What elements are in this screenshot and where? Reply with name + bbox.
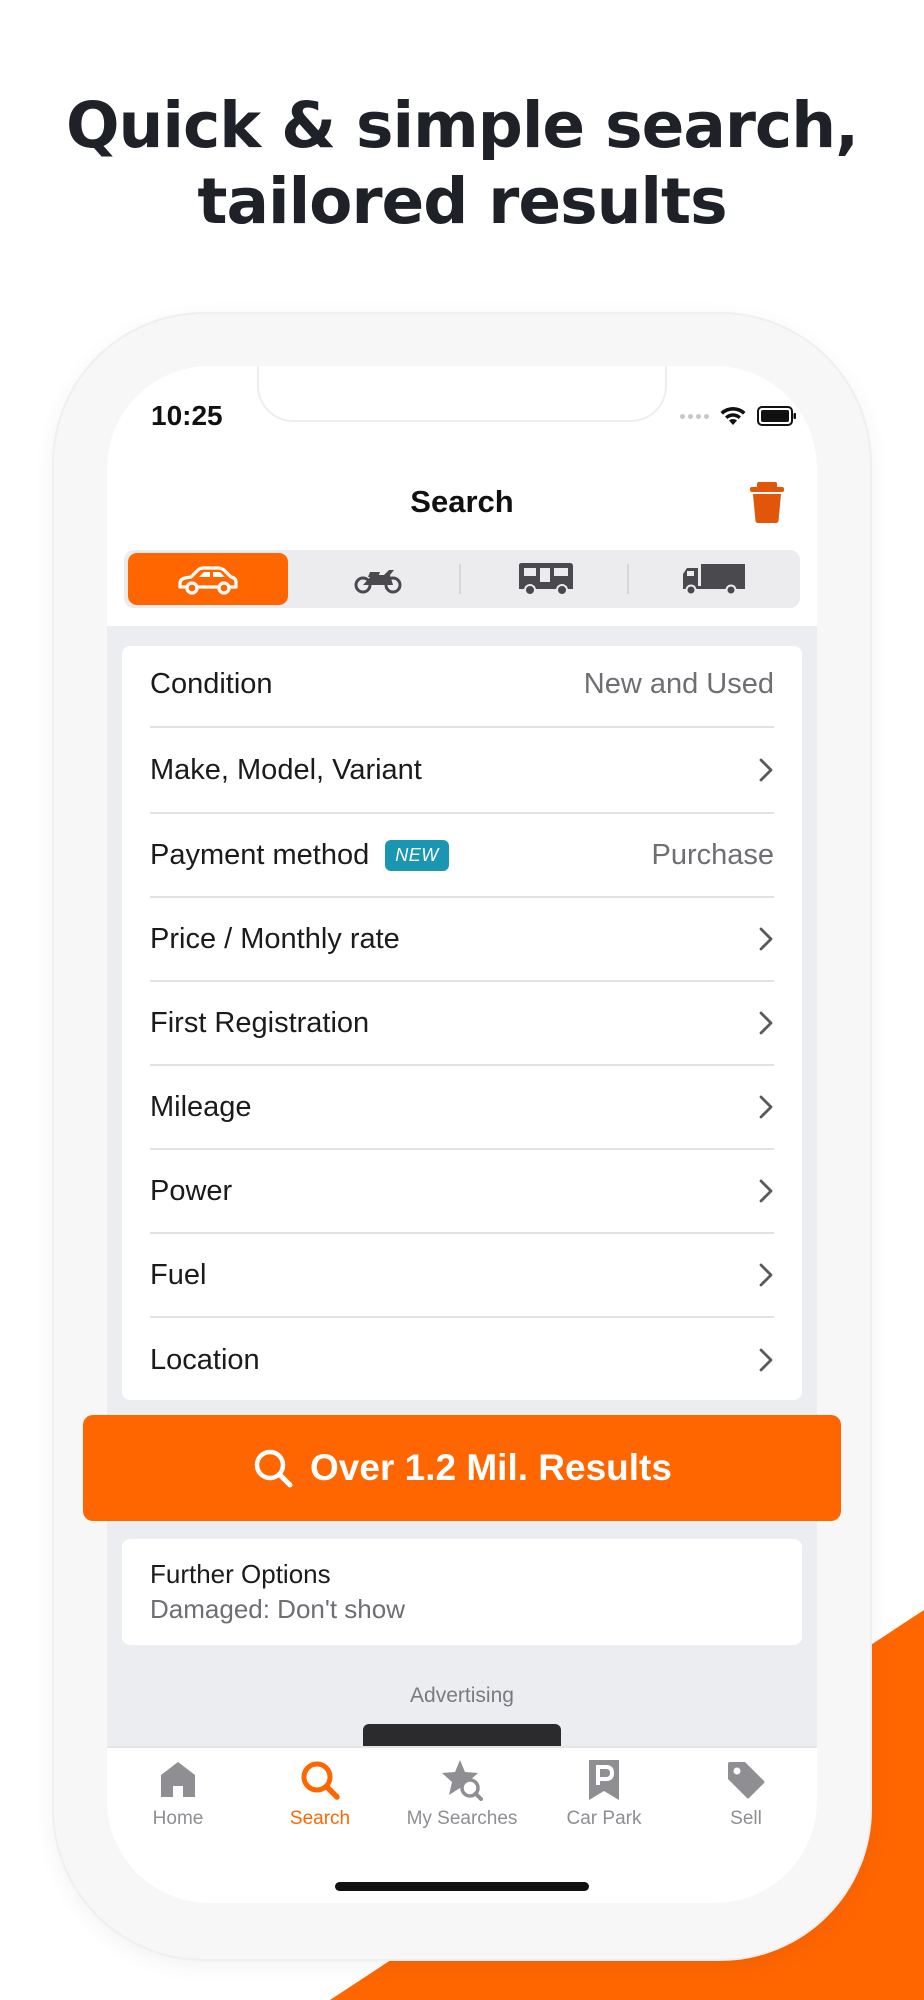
new-badge: NEW xyxy=(385,839,449,871)
show-results-button[interactable]: Over 1.2 Mil. Results xyxy=(83,1415,841,1521)
tab-label: Sell xyxy=(730,1808,762,1829)
status-icons xyxy=(680,404,797,428)
headline: Quick & simple search, tailored results xyxy=(0,88,924,240)
car-icon xyxy=(178,566,238,595)
further-options-subtitle: Damaged: Don't show xyxy=(150,1594,405,1624)
status-time: 10:25 xyxy=(151,400,223,431)
further-options[interactable]: Further Options Damaged: Don't show xyxy=(122,1539,802,1645)
chevron-right-icon xyxy=(759,1095,773,1119)
home-icon xyxy=(156,1758,200,1802)
segment-divider xyxy=(627,564,629,594)
filter-row-mileage[interactable]: Mileage xyxy=(150,1066,774,1150)
chevron-right-icon xyxy=(759,758,773,782)
chevron-right-icon xyxy=(759,1348,773,1372)
tab-search[interactable]: Search xyxy=(249,1758,391,1848)
phone-screen: 10:25 Search Condition New and Used Make… xyxy=(107,366,817,1903)
vehicle-tab-motorhome[interactable] xyxy=(466,553,626,605)
search-icon xyxy=(298,1758,342,1802)
star-search-icon xyxy=(440,1758,484,1802)
filter-label: Fuel xyxy=(150,1258,207,1291)
filter-label: Mileage xyxy=(150,1090,252,1123)
filter-label: First Registration xyxy=(150,1006,370,1039)
filter-label: Price / Monthly rate xyxy=(150,922,400,955)
filter-list: Condition New and Used Make, Model, Vari… xyxy=(122,646,802,1400)
tab-home[interactable]: Home xyxy=(107,1758,249,1848)
filter-row-location[interactable]: Location xyxy=(150,1318,774,1402)
filter-row-payment-method[interactable]: Payment method NEW Purchase xyxy=(150,814,774,898)
vehicle-type-selector xyxy=(124,550,800,608)
chevron-right-icon xyxy=(759,927,773,951)
motorbike-icon xyxy=(354,570,402,594)
filter-value: Purchase xyxy=(651,838,774,871)
chevron-right-icon xyxy=(759,1263,773,1287)
filter-label: Condition xyxy=(150,667,273,700)
trash-icon[interactable] xyxy=(747,480,787,524)
home-indicator xyxy=(335,1882,589,1891)
filter-label: Payment method xyxy=(150,838,370,871)
tab-label: My Searches xyxy=(406,1808,518,1829)
filter-label: Power xyxy=(150,1174,233,1207)
headline-line-1: Quick & simple search, xyxy=(65,89,859,162)
vehicle-tab-car[interactable] xyxy=(128,553,288,605)
filter-label-group: Payment method NEW xyxy=(150,839,449,872)
parking-icon xyxy=(582,1758,626,1802)
tab-label: Car Park xyxy=(566,1808,642,1829)
search-icon xyxy=(254,1449,293,1488)
tab-label: Home xyxy=(152,1808,204,1829)
further-options-title: Further Options xyxy=(150,1559,331,1589)
tab-my-searches[interactable]: My Searches xyxy=(391,1758,533,1848)
chevron-right-icon xyxy=(759,1011,773,1035)
filter-row-fuel[interactable]: Fuel xyxy=(150,1234,774,1318)
page-title: Search xyxy=(410,484,514,519)
filter-row-power[interactable]: Power xyxy=(150,1150,774,1234)
filter-row-make-model[interactable]: Make, Model, Variant xyxy=(150,728,774,814)
tab-car-park[interactable]: Car Park xyxy=(533,1758,675,1848)
battery-icon xyxy=(757,406,796,426)
signal-icon xyxy=(680,413,709,419)
tab-label: Search xyxy=(289,1808,351,1829)
filter-row-condition[interactable]: Condition New and Used xyxy=(150,642,774,728)
phone-notch xyxy=(257,366,667,422)
results-label: Over 1.2 Mil. Results xyxy=(310,1447,672,1488)
tab-sell[interactable]: Sell xyxy=(675,1758,817,1848)
truck-icon xyxy=(683,564,745,596)
motorhome-icon xyxy=(519,563,573,596)
filter-label: Location xyxy=(150,1343,260,1376)
filter-label: Make, Model, Variant xyxy=(150,753,422,786)
tab-bar: Home Search My Searches Car Park Sell xyxy=(107,1746,817,1903)
filter-value: New and Used xyxy=(583,667,774,700)
advertising-label: Advertising xyxy=(410,1684,514,1707)
chevron-right-icon xyxy=(759,1179,773,1203)
vehicle-tab-motorbike[interactable] xyxy=(298,553,458,605)
segment-divider xyxy=(459,564,461,594)
wifi-icon xyxy=(720,406,746,425)
filter-row-first-registration[interactable]: First Registration xyxy=(150,982,774,1066)
filter-row-price[interactable]: Price / Monthly rate xyxy=(150,898,774,982)
tag-icon xyxy=(724,1758,768,1802)
vehicle-tab-truck[interactable] xyxy=(634,553,794,605)
headline-line-2: tailored results xyxy=(197,165,727,238)
